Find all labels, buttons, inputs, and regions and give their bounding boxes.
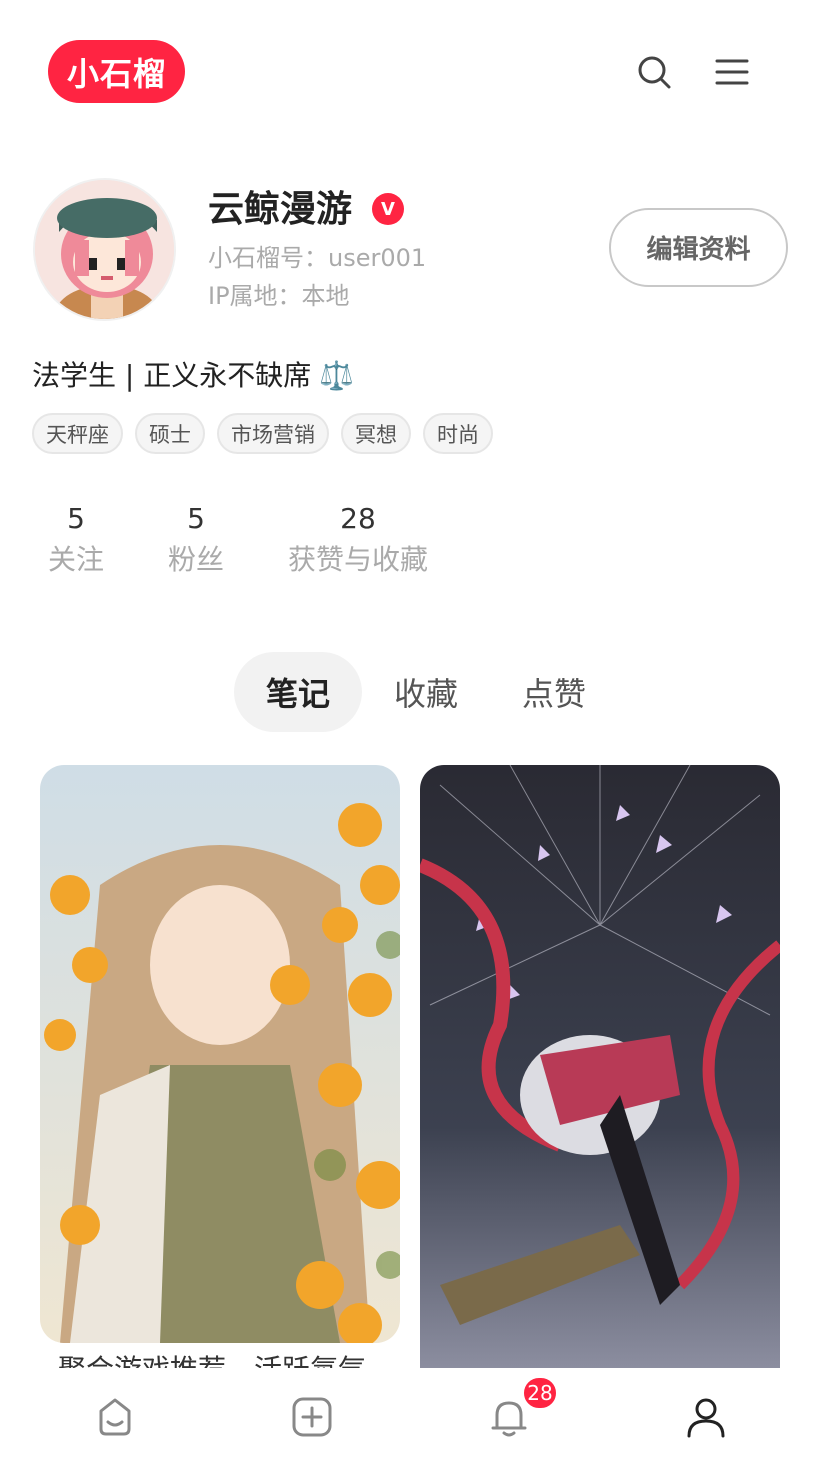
scales-icon: ⚖️ xyxy=(319,359,355,392)
home-icon[interactable] xyxy=(94,1396,136,1438)
search-icon[interactable] xyxy=(634,52,674,92)
tag[interactable]: 冥想 xyxy=(341,413,411,454)
content-tabs: 笔记 收藏 点赞 xyxy=(234,652,618,732)
stat-value: 28 xyxy=(340,502,376,535)
tag-list: 天秤座 硕士 市场营销 冥想 时尚 xyxy=(32,413,493,454)
stats-row: 5 关注 5 粉丝 28 获赞与收藏 xyxy=(0,500,820,590)
tag[interactable]: 硕士 xyxy=(135,413,205,454)
tag[interactable]: 天秤座 xyxy=(32,413,123,454)
stat-following[interactable]: 5 关注 xyxy=(48,500,104,582)
tab-collections[interactable]: 收藏 xyxy=(362,652,490,732)
stat-label: 获赞与收藏 xyxy=(288,543,429,576)
stat-value: 5 xyxy=(187,502,205,535)
avatar[interactable] xyxy=(33,178,176,321)
edit-profile-button[interactable]: 编辑资料 xyxy=(609,208,788,287)
verified-badge-icon: V xyxy=(372,193,404,225)
tab-likes[interactable]: 点赞 xyxy=(490,652,618,732)
bottom-nav xyxy=(0,1368,820,1464)
tag[interactable]: 时尚 xyxy=(423,413,493,454)
stat-label: 粉丝 xyxy=(168,543,225,576)
note-card-image[interactable] xyxy=(40,765,400,1343)
add-note-icon[interactable] xyxy=(291,1396,333,1438)
notification-count-badge: 28 xyxy=(522,1376,558,1410)
notification-icon[interactable] xyxy=(488,1396,530,1438)
stat-label: 关注 xyxy=(48,543,105,576)
stat-value: 5 xyxy=(67,502,85,535)
menu-icon[interactable] xyxy=(712,52,752,92)
tag[interactable]: 市场营销 xyxy=(217,413,329,454)
user-id: 小石榴号：user001 xyxy=(208,244,427,272)
bio-text: 法学生 | 正义永不缺席 xyxy=(32,359,312,392)
tab-notes[interactable]: 笔记 xyxy=(234,652,362,732)
note-card-image[interactable] xyxy=(420,765,780,1369)
stat-followers[interactable]: 5 粉丝 xyxy=(168,500,224,582)
app-logo[interactable]: 小石榴 xyxy=(48,40,185,103)
profile-icon[interactable] xyxy=(685,1396,727,1438)
stat-likes-collects[interactable]: 28 获赞与收藏 xyxy=(288,500,428,582)
ip-location: IP属地：本地 xyxy=(208,282,350,310)
top-bar: 小石榴 xyxy=(0,0,820,140)
username: 云鲸漫游 xyxy=(208,189,353,230)
bio: 法学生 | 正义永不缺席 ⚖️ xyxy=(32,356,354,396)
